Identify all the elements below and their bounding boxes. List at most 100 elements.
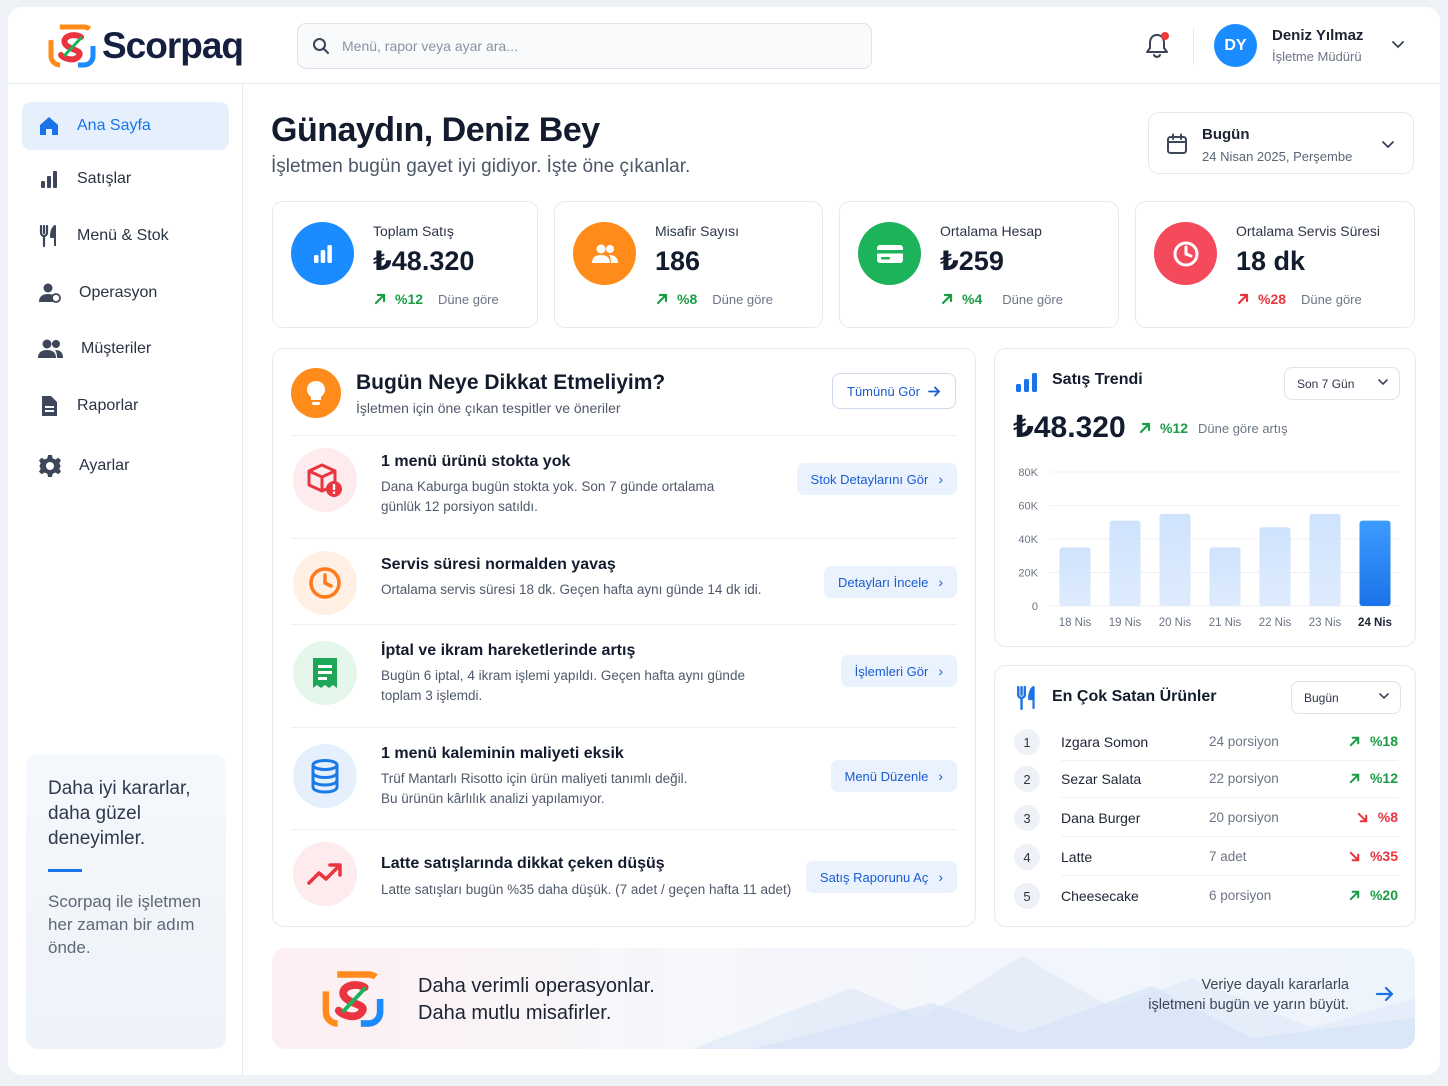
attention-subtitle: İşletmen için öne çıkan tespitler ve öne… [356,400,621,416]
y-tick-label: 0 [1032,601,1038,613]
sidebar-item-sales[interactable]: Satışlar [22,155,229,203]
y-tick-label: 40K [1018,534,1038,546]
app-window: Scorpaq Menü, rapor veya ayar ara... DY … [8,7,1440,1075]
promo-divider [48,869,82,872]
product-rank: 1 [1014,729,1040,755]
attention-item-title: 1 menü ürünü stokta yok [381,453,571,470]
sidebar-promo: Daha iyi kararlar, daha güzel deneyimler… [26,754,226,1049]
promo-title: Daha iyi kararlar, daha güzel deneyimler… [48,778,191,849]
sidebar-item-settings[interactable]: Ayarlar [22,442,229,490]
kpi-value: 18 dk [1236,246,1306,276]
product-row[interactable]: 1 Izgara Somon 24 porsiyon %18 [1013,722,1398,761]
kpi-card-average-check[interactable]: Ortalama Hesap ₺259 %4 Düne göre [839,201,1119,328]
sidebar-item-home[interactable]: Ana Sayfa [22,102,229,150]
date-label: Bugün [1202,126,1250,143]
arrow-up-right-icon [1237,293,1249,305]
product-row[interactable]: 3 Dana Burger 20 porsiyon %8 [1013,798,1398,837]
x-tick-label: 20 Nis [1159,617,1192,629]
sales-trend-title: Satış Trendi [1052,371,1143,388]
sidebar-item-customers[interactable]: Müşteriler [22,325,229,373]
logo[interactable]: Scorpaq [48,24,244,68]
kpi-card-total-sales[interactable]: Toplam Satış ₺48.320 %12 Düne göre [272,201,538,328]
kpi-value: ₺259 [940,246,1004,276]
notification-badge [1161,32,1169,40]
attention-item-desc: Bugün 6 iptal, 4 ikram işlemi yapıldı. G… [381,668,745,703]
document-icon [42,396,57,416]
chart-bar[interactable] [1159,513,1191,606]
banner-headline: Daha verimli operasyonlar. Daha mutlu mis… [418,975,655,1024]
chart-bar[interactable] [1209,547,1241,606]
chevron-right-icon: › [938,768,943,784]
chart-bar[interactable] [1309,513,1341,606]
attention-item-desc: Trüf Mantarlı Risotto için ürün maliyeti… [381,771,688,806]
kpi-value: 186 [655,246,701,276]
attention-item: Latte satışlarında dikkat çeken düşüş La… [291,829,957,927]
sidebar-item-reports[interactable]: Raporlar [22,382,229,430]
attention-item: 1 menü ürünü stokta yok Dana Kaburga bug… [291,435,957,538]
users-icon [38,339,63,358]
service-details-button[interactable]: Detayları İncele › [824,566,957,598]
kpi-label: Ortalama Servis Süresi [1236,223,1380,239]
chart-bar[interactable] [1359,520,1391,606]
chart-bar[interactable] [1059,547,1091,606]
notification-button[interactable] [1144,31,1172,61]
view-all-button[interactable]: Tümünü Gör [832,373,956,409]
avatar[interactable]: DY [1214,24,1257,67]
search-icon [313,38,329,54]
product-delta: %8 [1356,809,1398,825]
sales-trend-chart: 0 20K 40K 60K 80K 18 Nis 19 Nis 20 Nis 21 Nis 22 … [1018,467,1400,629]
box-alert-icon [293,448,357,512]
kpi-card-guests[interactable]: Misafir Sayısı 186 %8 Düne göre [554,201,823,328]
product-qty: 24 porsiyon [1209,734,1279,749]
attention-panel: Bugün Neye Dikkat Etmeliyim? İşletmen iç… [272,348,976,927]
sidebar-item-label: Ayarlar [79,457,130,474]
product-delta: %35 [1348,848,1398,864]
clock-icon [1154,222,1217,285]
attention-item-desc: Dana Kaburga bugün stokta yok. Son 7 gün… [381,479,715,514]
sidebar-item-label: Ana Sayfa [77,117,151,134]
top-products-period-select[interactable]: Bugün [1291,681,1401,714]
kpi-delta: %12 Düne göre [373,291,499,307]
product-row[interactable]: 5 Cheesecake 6 porsiyon %20 [1013,876,1398,915]
product-row[interactable]: 2 Sezar Salata 22 porsiyon %12 [1013,759,1398,798]
product-row[interactable]: 4 Latte 7 adet %35 [1013,837,1398,876]
chart-bar[interactable] [1109,520,1141,606]
page-subtitle: İşletmen bugün gayet iyi gidiyor. İşte ö… [271,156,691,177]
stock-details-button[interactable]: Stok Detaylarını Gör › [796,463,957,495]
kpi-delta: %28 Düne göre [1236,291,1362,307]
bar-chart-icon [1016,373,1037,392]
edit-menu-button[interactable]: Menü Düzenle › [830,760,957,792]
trend-icon [293,842,357,906]
chevron-down-icon[interactable] [1391,40,1405,50]
y-tick-label: 60K [1018,501,1038,513]
attention-item-desc: Ortalama servis süresi 18 dk. Geçen haft… [381,582,762,597]
x-tick-label: 19 Nis [1109,617,1142,629]
chart-bar[interactable] [1259,527,1291,606]
trend-period-select[interactable]: Son 7 Gün [1284,367,1400,400]
product-rank: 4 [1014,844,1040,870]
sidebar-item-label: Menü & Stok [77,227,169,244]
attention-item: İptal ve ikram hareketlerinde artış Bugü… [291,624,957,727]
product-rank: 2 [1014,766,1040,792]
kpi-delta-value: %28 [1258,291,1287,307]
view-transactions-button[interactable]: İşlemleri Gör › [840,655,957,687]
sidebar-item-menu-stock[interactable]: Menü & Stok [22,212,229,260]
attention-item-title: İptal ve ikram hareketlerinde artış [381,642,636,659]
sales-report-button[interactable]: Satış Raporunu Aç › [805,861,957,893]
date-selector[interactable]: Bugün 24 Nisan 2025, Perşembe [1148,112,1414,174]
page-title: Günaydın, Deniz Bey [271,111,600,149]
arrow-right-icon[interactable] [1375,986,1395,1002]
y-tick-label: 20K [1018,568,1038,580]
bar-chart-icon [41,171,57,188]
product-delta: %18 [1348,733,1398,749]
search-bar[interactable]: Menü, rapor veya ayar ara... [297,23,872,69]
users-icon [573,222,636,285]
user-name[interactable]: Deniz Yılmaz [1272,27,1363,44]
logo-icon [322,971,384,1027]
product-name: Latte [1061,849,1093,865]
trend-total: ₺48.320 [1013,411,1126,444]
kpi-card-service-time[interactable]: Ortalama Servis Süresi 18 dk %28 Düne gö… [1135,201,1415,328]
sidebar-item-operations[interactable]: Operasyon [22,269,229,317]
kpi-delta: %8 Düne göre [655,291,773,307]
search-input[interactable]: Menü, rapor veya ayar ara... [342,38,518,54]
